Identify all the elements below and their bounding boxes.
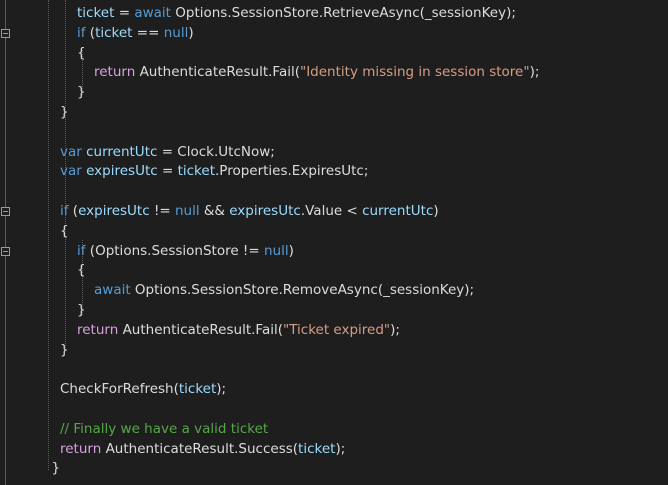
code-token: ticket (177, 163, 215, 180)
code-line[interactable]: ticket = await Options.SessionStore.Retr… (77, 3, 516, 23)
code-token: ticket (178, 381, 217, 398)
code-token: = (157, 163, 178, 180)
code-token: AuthenticateResult.Success( (101, 440, 299, 457)
code-token: expiresUtc (229, 203, 301, 219)
code-token: ticket (77, 5, 115, 21)
code-token: null (163, 24, 189, 41)
code-token: ); (390, 321, 400, 338)
code-token: } (77, 302, 86, 318)
code-token: .Properties.ExpiresUtc; (215, 163, 369, 180)
code-line[interactable]: } (60, 102, 69, 122)
code-token: expiresUtc (86, 163, 158, 180)
collapse-toggle-icon[interactable] (1, 207, 10, 216)
code-token: Options.SessionStore.RetrieveAsync(_sess… (170, 5, 516, 21)
code-comment: // Finally we have a valid ticket (60, 420, 269, 437)
code-line[interactable]: { (77, 43, 86, 63)
code-token: } (60, 341, 69, 358)
code-line[interactable]: return AuthenticateResult.Fail("Ticket e… (77, 320, 400, 340)
code-token: return (77, 321, 119, 338)
code-token: ( (68, 203, 79, 219)
code-line[interactable]: if (ticket == null) (77, 23, 194, 43)
code-line[interactable]: await Options.SessionStore.RemoveAsync(_… (94, 280, 474, 300)
code-line[interactable]: var expiresUtc = ticket.Properties.Expir… (60, 161, 368, 181)
string-literal: "Identity missing in session store" (299, 64, 530, 81)
code-line[interactable]: } (77, 300, 86, 320)
code-line[interactable]: } (60, 340, 69, 360)
code-token: { (77, 44, 86, 61)
code-token: != (149, 203, 175, 219)
code-token: Options.SessionStore.RemoveAsync(_sessio… (130, 282, 475, 299)
code-token: currentUtc (86, 143, 158, 160)
code-token: (Options.SessionStore != (85, 242, 264, 259)
code-line[interactable]: CheckForRefresh(ticket); (60, 379, 226, 399)
code-token: await (134, 5, 171, 21)
string-literal: "Ticket expired" (282, 321, 391, 338)
code-token: .Value < (300, 203, 363, 219)
code-token: = (114, 5, 135, 21)
code-token: { (77, 262, 86, 279)
code-token: if (77, 24, 86, 41)
code-token: ) (433, 203, 439, 219)
code-token: if (60, 203, 69, 219)
code-token: ( (85, 24, 96, 41)
code-token: = Clock.UtcNow; (157, 143, 275, 160)
code-token: return (60, 440, 102, 457)
collapse-toggle-icon[interactable] (1, 246, 10, 256)
code-token: AuthenticateResult.Fail( (135, 64, 300, 81)
code-token: expiresUtc (78, 203, 150, 219)
code-line[interactable]: } (52, 458, 61, 478)
code-token: && (199, 203, 230, 219)
code-token: var (60, 143, 82, 160)
code-token: var (60, 163, 82, 180)
code-token: ticket (95, 24, 133, 41)
code-token: ); (529, 64, 540, 81)
code-line[interactable]: // Finally we have a valid ticket (60, 419, 268, 439)
code-token: } (77, 84, 86, 101)
code-line[interactable]: { (60, 221, 69, 241)
code-token: ) (288, 242, 294, 259)
code-line[interactable]: return AuthenticateResult.Fail("Identity… (94, 62, 539, 82)
code-token: ); (216, 381, 227, 398)
code-token: } (60, 104, 69, 120)
code-line[interactable]: var currentUtc = Clock.UtcNow; (60, 142, 275, 162)
indent-guide-line (48, 0, 49, 470)
code-token: CheckForRefresh( (60, 381, 179, 398)
code-token: } (51, 460, 61, 477)
code-line[interactable]: return AuthenticateResult.Success(ticket… (60, 439, 345, 459)
code-line[interactable]: if (Options.SessionStore != null) (77, 241, 294, 261)
indent-guide-line (5, 0, 6, 485)
code-token: ) (188, 24, 194, 41)
code-token: if (77, 242, 86, 259)
code-token: { (60, 222, 69, 239)
code-line[interactable]: { (77, 260, 86, 280)
code-line[interactable]: if (expiresUtc != null && expiresUtc.Val… (60, 201, 439, 221)
code-token: == (132, 24, 164, 41)
code-token: return (94, 64, 136, 81)
code-token: AuthenticateResult.Fail( (118, 321, 283, 338)
code-line[interactable]: } (77, 82, 86, 102)
code-token: ticket (298, 440, 336, 457)
code-token: null (263, 242, 289, 259)
code-token: await (94, 282, 131, 299)
code-token: ); (335, 440, 346, 457)
code-token: currentUtc (362, 203, 434, 219)
collapse-toggle-icon[interactable] (1, 28, 10, 38)
code-editor[interactable]: ticket = await Options.SessionStore.Retr… (0, 0, 668, 485)
code-token: null (174, 203, 200, 219)
